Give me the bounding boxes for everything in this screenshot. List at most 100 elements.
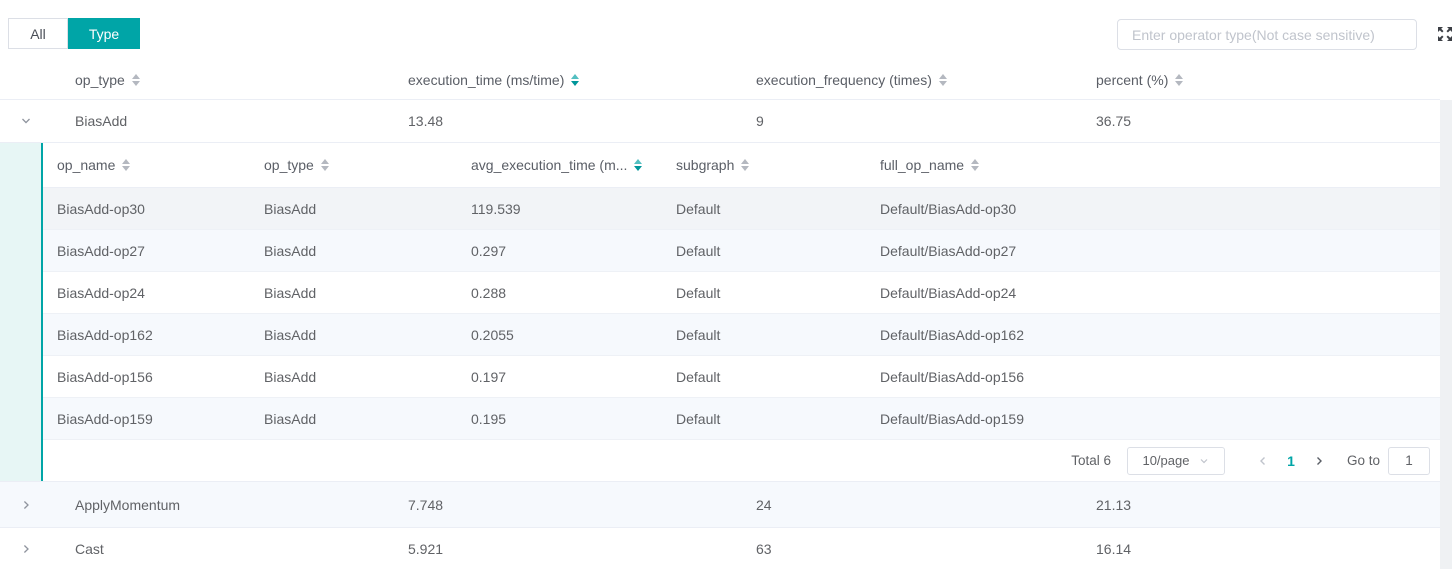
table-scrollbar-track[interactable] bbox=[1440, 100, 1452, 569]
sort-icon-op-name[interactable] bbox=[122, 159, 130, 171]
cell-subgraph: Default bbox=[662, 201, 866, 217]
cell-full-op-name: Default/BiasAdd-op156 bbox=[866, 369, 1440, 385]
table-row-applymomentum[interactable]: ApplyMomentum 7.748 24 21.13 bbox=[0, 482, 1440, 528]
expand-row-icon[interactable] bbox=[20, 499, 32, 511]
cell-op-type: BiasAdd bbox=[250, 285, 457, 301]
sort-icon-subgraph[interactable] bbox=[741, 159, 749, 171]
cell-execution-frequency: 24 bbox=[756, 497, 1096, 513]
column-label: full_op_name bbox=[880, 157, 964, 173]
cell-avg-execution-time: 0.2055 bbox=[457, 327, 662, 343]
column-header-execution-time: execution_time (ms/time) bbox=[408, 72, 756, 88]
collapse-row-icon[interactable] bbox=[20, 115, 32, 127]
expand-row-icon[interactable] bbox=[20, 543, 32, 555]
column-label: op_name bbox=[57, 157, 115, 173]
op-type-table: op_type execution_time (ms/time) executi… bbox=[0, 60, 1440, 569]
sort-icon-full-op-name[interactable] bbox=[971, 159, 979, 171]
column-header-full-op-name: full_op_name bbox=[866, 157, 1440, 173]
detail-row: BiasAdd-op27 BiasAdd 0.297 Default Defau… bbox=[43, 230, 1440, 272]
cell-op-type: BiasAdd bbox=[250, 243, 457, 259]
cell-avg-execution-time: 119.539 bbox=[457, 201, 662, 217]
cell-subgraph: Default bbox=[662, 411, 866, 427]
cell-execution-frequency: 9 bbox=[756, 113, 1096, 129]
cell-op-name: BiasAdd-op156 bbox=[43, 369, 250, 385]
cell-execution-frequency: 63 bbox=[756, 541, 1096, 557]
sort-icon-detail-op-type[interactable] bbox=[321, 159, 329, 171]
sort-icon-percent[interactable] bbox=[1175, 74, 1183, 86]
cell-full-op-name: Default/BiasAdd-op162 bbox=[866, 327, 1440, 343]
detail-row: BiasAdd-op30 BiasAdd 119.539 Default Def… bbox=[43, 188, 1440, 230]
column-header-execution-frequency: execution_frequency (times) bbox=[756, 72, 1096, 88]
column-label: subgraph bbox=[676, 157, 734, 173]
detail-table-header: op_name op_type bbox=[43, 143, 1440, 188]
column-header-op-name: op_name bbox=[43, 157, 250, 173]
cell-subgraph: Default bbox=[662, 243, 866, 259]
column-label: execution_time (ms/time) bbox=[408, 72, 564, 88]
cell-execution-time: 7.748 bbox=[408, 497, 756, 513]
goto-page-input[interactable] bbox=[1388, 447, 1430, 475]
cell-subgraph: Default bbox=[662, 369, 866, 385]
detail-pagination: Total 6 10/page 1 bbox=[43, 440, 1440, 481]
page-size-select[interactable]: 10/page bbox=[1127, 447, 1225, 475]
cell-avg-execution-time: 0.195 bbox=[457, 411, 662, 427]
page-size-value: 10/page bbox=[1142, 453, 1189, 468]
op-type-table-header: op_type execution_time (ms/time) executi… bbox=[0, 60, 1440, 100]
expanded-detail-section: op_name op_type bbox=[0, 143, 1440, 482]
cell-op-type: ApplyMomentum bbox=[75, 497, 408, 513]
fullscreen-expand-icon[interactable] bbox=[1437, 26, 1452, 42]
cell-full-op-name: Default/BiasAdd-op24 bbox=[866, 285, 1440, 301]
column-label: op_type bbox=[264, 157, 314, 173]
pagination-total: Total 6 bbox=[1071, 453, 1111, 468]
column-header-detail-op-type: op_type bbox=[250, 157, 457, 173]
cell-op-name: BiasAdd-op159 bbox=[43, 411, 250, 427]
op-name-detail-table: op_name op_type bbox=[43, 143, 1440, 481]
operator-profiler-page: All Type op_type bbox=[0, 0, 1452, 569]
tab-type[interactable]: Type bbox=[68, 18, 140, 49]
cell-avg-execution-time: 0.288 bbox=[457, 285, 662, 301]
column-header-avg-execution-time: avg_execution_time (m... bbox=[457, 157, 662, 173]
cell-execution-time: 5.921 bbox=[408, 541, 756, 557]
sort-icon-op-type[interactable] bbox=[132, 74, 140, 86]
cell-execution-time: 13.48 bbox=[408, 113, 756, 129]
chevron-down-icon bbox=[1199, 456, 1209, 466]
scope-tab-group: All Type bbox=[8, 18, 140, 49]
column-label: execution_frequency (times) bbox=[756, 72, 932, 88]
column-label: avg_execution_time (m... bbox=[471, 157, 627, 173]
cell-percent: 16.14 bbox=[1096, 541, 1440, 557]
column-label: percent (%) bbox=[1096, 72, 1168, 88]
page-number-1[interactable]: 1 bbox=[1277, 453, 1305, 469]
cell-op-name: BiasAdd-op162 bbox=[43, 327, 250, 343]
cell-avg-execution-time: 0.297 bbox=[457, 243, 662, 259]
sort-icon-execution-time[interactable] bbox=[571, 74, 579, 86]
cell-op-type: BiasAdd bbox=[250, 201, 457, 217]
cell-op-type: BiasAdd bbox=[75, 113, 408, 129]
column-header-subgraph: subgraph bbox=[662, 157, 866, 173]
cell-op-type: BiasAdd bbox=[250, 327, 457, 343]
detail-row: BiasAdd-op159 BiasAdd 0.195 Default Defa… bbox=[43, 398, 1440, 440]
cell-percent: 21.13 bbox=[1096, 497, 1440, 513]
sort-icon-execution-frequency[interactable] bbox=[939, 74, 947, 86]
table-row-biasadd[interactable]: BiasAdd 13.48 9 36.75 bbox=[0, 100, 1440, 143]
cell-subgraph: Default bbox=[662, 285, 866, 301]
cell-full-op-name: Default/BiasAdd-op159 bbox=[866, 411, 1440, 427]
tab-all[interactable]: All bbox=[8, 18, 68, 49]
goto-label: Go to bbox=[1347, 453, 1380, 468]
cell-subgraph: Default bbox=[662, 327, 866, 343]
table-row-cast[interactable]: Cast 5.921 63 16.14 bbox=[0, 528, 1440, 569]
next-page-icon[interactable] bbox=[1305, 447, 1333, 475]
cell-percent: 36.75 bbox=[1096, 113, 1440, 129]
cell-op-type: Cast bbox=[75, 541, 408, 557]
column-header-op-type: op_type bbox=[75, 72, 408, 88]
sort-icon-avg-execution-time[interactable] bbox=[634, 159, 642, 171]
detail-row: BiasAdd-op156 BiasAdd 0.197 Default Defa… bbox=[43, 356, 1440, 398]
cell-full-op-name: Default/BiasAdd-op30 bbox=[866, 201, 1440, 217]
operator-type-search-input[interactable] bbox=[1117, 19, 1417, 50]
cell-avg-execution-time: 0.197 bbox=[457, 369, 662, 385]
cell-op-type: BiasAdd bbox=[250, 411, 457, 427]
cell-op-type: BiasAdd bbox=[250, 369, 457, 385]
prev-page-icon[interactable] bbox=[1249, 447, 1277, 475]
detail-row: BiasAdd-op162 BiasAdd 0.2055 Default Def… bbox=[43, 314, 1440, 356]
cell-full-op-name: Default/BiasAdd-op27 bbox=[866, 243, 1440, 259]
detail-row: BiasAdd-op24 BiasAdd 0.288 Default Defau… bbox=[43, 272, 1440, 314]
column-header-percent: percent (%) bbox=[1096, 72, 1440, 88]
cell-op-name: BiasAdd-op27 bbox=[43, 243, 250, 259]
